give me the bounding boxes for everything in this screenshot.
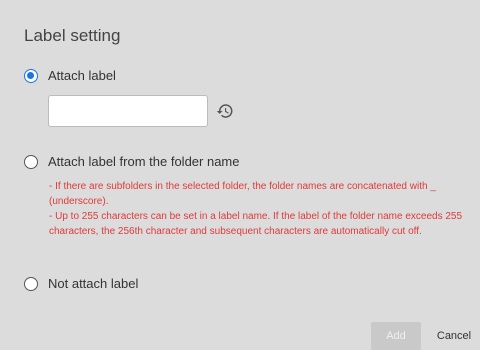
radio-label-attach-from-folder: Attach label from the folder name bbox=[48, 154, 240, 169]
radio-button-attach-label[interactable] bbox=[24, 68, 38, 83]
label-name-input[interactable] bbox=[48, 95, 208, 127]
note-subfolders: - If there are subfolders in the selecte… bbox=[49, 181, 436, 207]
radio-label-attach-label: Attach label bbox=[48, 68, 116, 83]
cancel-button[interactable]: Cancel bbox=[430, 322, 478, 350]
radio-button-attach-from-folder[interactable] bbox=[24, 154, 38, 169]
radio-option-attach-from-folder[interactable]: Attach label from the folder name bbox=[24, 154, 240, 169]
note-character-limit: - Up to 255 characters can be set in a l… bbox=[49, 211, 463, 237]
radio-button-not-attach[interactable] bbox=[24, 276, 38, 291]
dialog-title: Label setting bbox=[24, 26, 121, 45]
add-button[interactable]: Add bbox=[371, 322, 421, 350]
radio-option-not-attach[interactable]: Not attach label bbox=[24, 276, 138, 291]
radio-label-not-attach: Not attach label bbox=[48, 276, 139, 291]
radio-option-attach-label[interactable]: Attach label bbox=[24, 68, 116, 83]
history-icon[interactable] bbox=[216, 102, 234, 120]
